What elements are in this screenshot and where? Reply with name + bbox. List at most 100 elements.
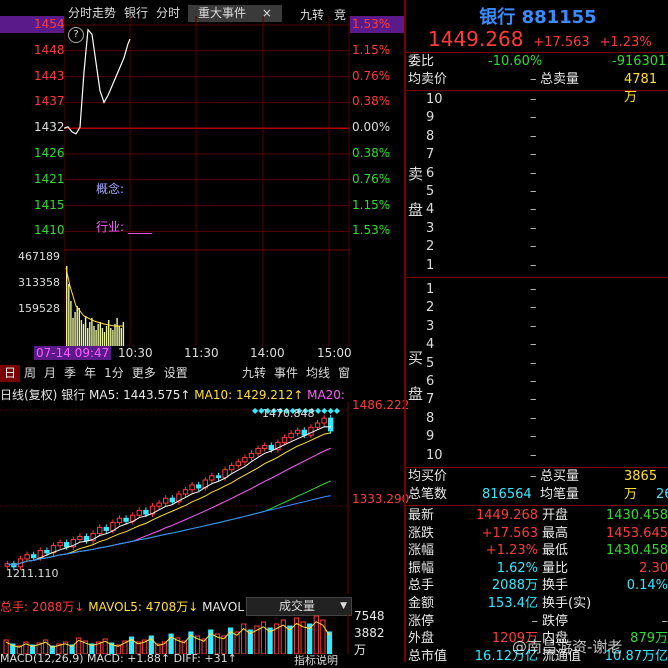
time-label-1500: 15:00 bbox=[317, 346, 352, 360]
candle-body bbox=[83, 535, 90, 542]
tab-ma[interactable]: 均线 bbox=[302, 365, 334, 382]
volume-bar bbox=[93, 326, 95, 346]
candle-body bbox=[57, 542, 63, 547]
orderbook-level: 1 bbox=[426, 282, 435, 297]
avg-sell-label: 均卖价 bbox=[408, 72, 448, 87]
tab-window[interactable]: 窗 bbox=[334, 365, 354, 382]
orderbook-level: 6 bbox=[426, 374, 435, 389]
volume-bar bbox=[99, 322, 101, 346]
candle-body bbox=[301, 429, 308, 436]
period-tab-year[interactable]: 年 bbox=[80, 365, 100, 382]
orderbook-price: – bbox=[530, 184, 537, 199]
pct-level-label: 1.15% bbox=[352, 42, 391, 57]
orderbook-price: – bbox=[530, 355, 537, 371]
orderbook-level: 10 bbox=[426, 92, 443, 107]
candle-body bbox=[229, 464, 235, 471]
total-orders-label: 总笔数 bbox=[408, 487, 448, 502]
stat-value: 1430.458 bbox=[605, 508, 668, 523]
volume-bar bbox=[82, 324, 85, 346]
orderbook-row: 1– bbox=[426, 257, 666, 275]
candle-body bbox=[215, 475, 222, 479]
candle-body bbox=[255, 447, 261, 454]
volume-bar bbox=[66, 266, 68, 346]
period-tab-month[interactable]: 月 bbox=[40, 365, 60, 382]
period-tab-more[interactable]: 更多 bbox=[128, 365, 160, 382]
orderbook-row: 7– bbox=[426, 146, 666, 164]
orderbook-row: 8– bbox=[426, 410, 666, 428]
orderbook-row: 6– bbox=[426, 165, 666, 183]
volume-header: 总手: 2088万↓ MAVOL5: 4708万↓ MAVOL10: 4 bbox=[0, 598, 245, 614]
orderbook-level: 6 bbox=[426, 165, 435, 181]
pct-level-label: 0.38% bbox=[352, 146, 391, 160]
avg-buy-label: 均买价 bbox=[408, 469, 448, 484]
orderbook-row: 10 – bbox=[426, 447, 666, 465]
orderbook-price: – bbox=[530, 318, 537, 334]
orderbook-row: 4– bbox=[426, 336, 666, 354]
weibi-label: 委比 bbox=[408, 54, 435, 69]
macd-line: MACD(12,26,9) MACD: +1.88↑ DIFF: +31↑ bbox=[0, 652, 237, 665]
total-buy-label: 总买量 bbox=[540, 469, 580, 484]
volume-bar bbox=[72, 318, 74, 346]
candle-body bbox=[116, 517, 123, 524]
orderbook-price: – bbox=[530, 92, 537, 107]
orderbook-level: 4 bbox=[426, 202, 435, 218]
orderbook-price: – bbox=[530, 429, 537, 445]
indicator-help-button[interactable]: 指标说明 bbox=[294, 652, 338, 668]
stat-label: 金额 bbox=[408, 596, 435, 611]
time-label-1030: 10:30 bbox=[118, 346, 153, 360]
period-tab-bar-right: 九转 事件 均线窗 bbox=[238, 365, 354, 382]
orderbook-row: 7– bbox=[426, 391, 666, 409]
period-tab-settings[interactable]: 设置 bbox=[160, 365, 192, 382]
candle-body bbox=[321, 417, 327, 424]
tab-events-k[interactable]: 事件 bbox=[270, 365, 302, 382]
stat-label: 开盘 bbox=[542, 508, 569, 523]
stat-label: 换手(实) bbox=[542, 596, 592, 611]
candle-body bbox=[143, 509, 149, 515]
divider-5 bbox=[406, 505, 668, 506]
avg-orders-value: 26 bbox=[656, 487, 668, 502]
mavol5-label: MAVOL5: 4708万↓ bbox=[88, 600, 199, 614]
kline-level-mid: 1333.290 bbox=[352, 492, 410, 506]
volume-bar bbox=[118, 326, 120, 346]
volume-bar bbox=[120, 328, 122, 346]
volume-bar bbox=[68, 284, 70, 346]
pct-level-label: 1.15% bbox=[352, 197, 391, 212]
volume-bar bbox=[105, 326, 108, 346]
stat-value: 2088万 bbox=[491, 578, 538, 594]
period-tab-day[interactable]: 日 bbox=[0, 365, 21, 382]
period-tab-week[interactable]: 周 bbox=[20, 365, 40, 382]
price-level-label: 1421 bbox=[34, 171, 65, 186]
stat-label: 涨幅 bbox=[408, 543, 435, 559]
orderbook-price: – bbox=[530, 392, 537, 408]
candle-body bbox=[222, 469, 228, 479]
orderbook-level: 9 bbox=[426, 429, 435, 445]
period-tab-quarter[interactable]: 季 bbox=[60, 365, 80, 382]
candle-body bbox=[77, 535, 83, 541]
volume-bar bbox=[84, 316, 87, 346]
orderbook-price: – bbox=[530, 202, 537, 218]
pct-level-label: 0.00% bbox=[352, 120, 391, 135]
buy-char-1: 买 bbox=[408, 349, 424, 367]
stat-value: 153.4亿 bbox=[487, 596, 538, 611]
kline-chart[interactable]: ◆ ◆ ◆ ◆ ◆ ◆ ◆ ◆ ◆ ◆ ◆ ◆ ◆ ◆ bbox=[0, 402, 350, 594]
price-level-label: 1443 bbox=[34, 68, 65, 83]
candle-body bbox=[268, 444, 275, 451]
candle-body bbox=[248, 452, 255, 459]
volume-chart[interactable] bbox=[0, 614, 350, 654]
orderbook-level: 7 bbox=[426, 392, 435, 408]
orderbook-level: 4 bbox=[426, 337, 435, 353]
concept-label: 概念: bbox=[96, 182, 125, 196]
candle-body bbox=[288, 432, 294, 439]
candle-body bbox=[44, 549, 50, 554]
period-tab-1min[interactable]: 1分 bbox=[100, 365, 128, 382]
candle-body bbox=[328, 417, 334, 432]
candle-body bbox=[235, 461, 242, 466]
stat-label: 最新 bbox=[408, 508, 435, 523]
stat-value: 1453.645 bbox=[605, 525, 668, 541]
tab-nine-turn-k[interactable]: 九转 bbox=[238, 365, 270, 382]
orderbook-row: 3– bbox=[426, 220, 666, 238]
volume-bar bbox=[74, 312, 76, 346]
stat-value: +17.563 bbox=[481, 525, 538, 541]
weicha-value: -9163017 bbox=[612, 54, 668, 69]
price-series-line bbox=[64, 28, 131, 135]
